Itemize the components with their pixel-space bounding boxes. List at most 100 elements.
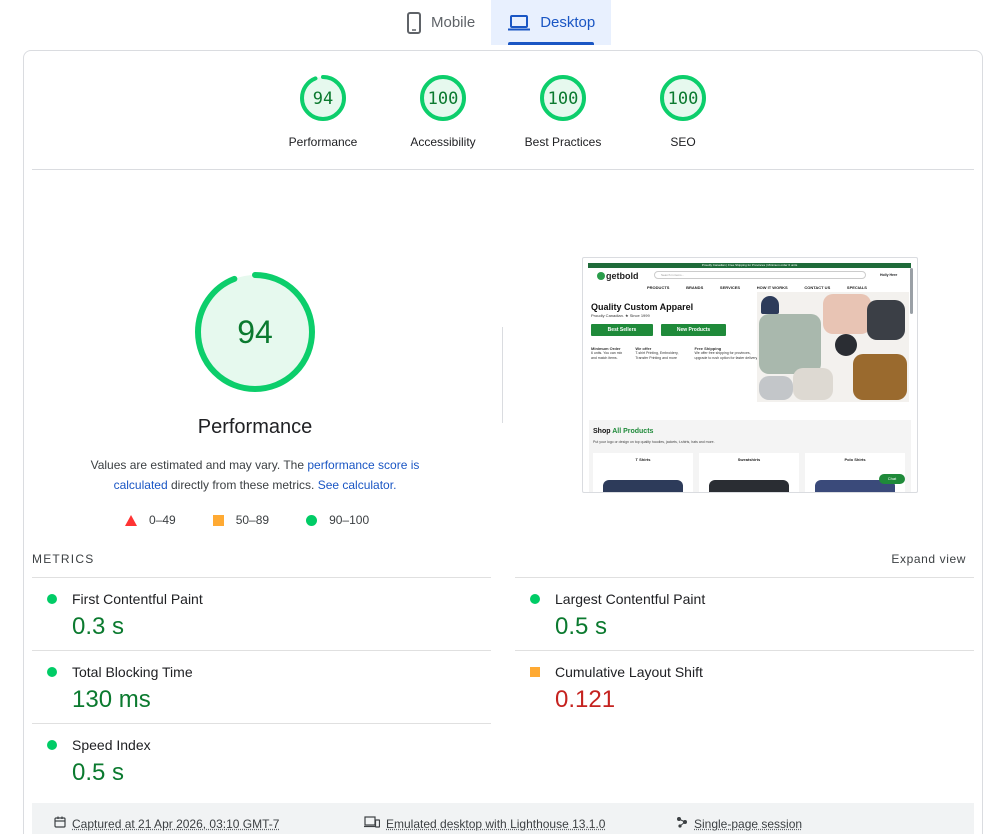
legend-fail: 0–49 xyxy=(125,513,176,527)
site-chat-button: Chat xyxy=(879,474,905,484)
site-info: Free Shipping We offer free shipping for … xyxy=(695,346,761,361)
product-image xyxy=(709,480,789,492)
pass-circle-icon xyxy=(47,667,57,677)
gauge-accessibility[interactable]: 100 Accessibility xyxy=(383,74,503,149)
shop-prefix: Shop xyxy=(593,428,613,435)
site-account: Holly Here xyxy=(880,273,898,277)
site-nav-item: SPECIALS xyxy=(846,285,867,290)
site-hero-subtitle: Proudly Canadian. ★ Since 1999 xyxy=(591,313,650,318)
site-search: Search in items... xyxy=(654,271,866,279)
site-info-body: We offer free shipping for provinces, up… xyxy=(694,351,759,360)
footer-session: Single-page session xyxy=(676,816,802,831)
gauge-score: 100 xyxy=(668,89,699,109)
performance-score: 94 xyxy=(237,314,273,350)
metric-name: Largest Contentful Paint xyxy=(555,591,706,607)
logo-text: getbold xyxy=(606,271,639,281)
footer-captured: Captured at 21 Apr 2026, 03:10 GMT-7 xyxy=(54,816,279,831)
site-product-card: Polo Shirts xyxy=(805,453,905,492)
tab-desktop[interactable]: Desktop xyxy=(491,0,612,45)
metric-lcp: Largest Contentful Paint 0.5 s xyxy=(515,577,974,650)
footer-text: Single-page session xyxy=(694,816,803,831)
cap-image xyxy=(835,334,857,356)
metric-fcp: First Contentful Paint 0.3 s xyxy=(32,577,491,650)
final-screenshot[interactable]: Proudly Canadian | Free Shipping for Pro… xyxy=(582,257,918,493)
site-header: getbold Search in items... Holly Here xyxy=(588,268,911,284)
beanie-image xyxy=(761,296,779,314)
pass-circle-icon xyxy=(47,740,57,750)
gauge-score: 100 xyxy=(428,89,459,109)
tab-mobile[interactable]: Mobile xyxy=(393,0,491,45)
metric-tbt: Total Blocking Time 130 ms xyxy=(32,650,491,723)
site-scrollbar xyxy=(910,268,913,314)
devices-icon xyxy=(364,816,381,831)
gauges-divider xyxy=(32,169,974,170)
runtime-settings-footer: Captured at 21 Apr 2026, 03:10 GMT-7 Emu… xyxy=(32,803,974,834)
site-logo: getbold xyxy=(597,271,639,281)
tab-mobile-label: Mobile xyxy=(431,14,476,31)
tshirt-image xyxy=(823,294,871,334)
metric-cls: Cumulative Layout Shift 0.121 xyxy=(515,650,974,723)
see-calculator-link[interactable]: See calculator. xyxy=(318,478,397,492)
performance-description: Values are estimated and may vary. The p… xyxy=(75,455,435,495)
metric-value: 0.121 xyxy=(555,686,616,713)
product-label: Sweatshirts xyxy=(737,457,761,462)
footer-text: Emulated desktop with Lighthouse 13.1.0 xyxy=(386,816,606,831)
gauge-label: Best Practices xyxy=(524,135,602,149)
bag-image xyxy=(793,368,833,400)
gauge-seo[interactable]: 100 SEO xyxy=(623,74,743,149)
metric-value: 130 ms xyxy=(72,686,151,713)
site-shop-title: Shop All Products xyxy=(593,428,653,435)
metric-name: Speed Index xyxy=(72,737,151,753)
footer-text: Captured at 21 Apr 2026, 03:10 GMT-7 xyxy=(72,816,280,831)
metric-name: Total Blocking Time xyxy=(72,664,193,680)
gauge-score: 94 xyxy=(313,89,333,109)
performance-title: Performance xyxy=(197,416,313,438)
site-info-body: T-shirt Printing, Embroidery, Transfer P… xyxy=(635,351,679,360)
expand-view-button[interactable]: Expand view xyxy=(891,552,966,566)
legend-range: 50–89 xyxy=(235,513,270,527)
circle-icon xyxy=(306,514,318,526)
legend-average: 50–89 xyxy=(212,513,270,527)
gauge-best-practices[interactable]: 100 Best Practices xyxy=(503,74,623,149)
footer-emulated: Emulated desktop with Lighthouse 13.1.0 xyxy=(364,816,605,831)
site-nav-item: HOW IT WORKS xyxy=(756,285,788,290)
average-square-icon xyxy=(530,667,540,677)
pass-circle-icon xyxy=(530,594,540,604)
site-hero-image xyxy=(757,292,909,402)
vertical-separator xyxy=(502,327,503,423)
desc-text: directly from these metrics. xyxy=(167,478,318,492)
legend-range: 0–49 xyxy=(149,513,176,527)
desc-text: Values are estimated and may vary. The xyxy=(90,458,308,472)
shirt-image xyxy=(867,300,905,340)
pants-image xyxy=(759,376,793,400)
score-legend: 0–49 50–89 90–100 xyxy=(125,513,406,527)
site-shop-section: Shop All Products Put your logo or desig… xyxy=(589,420,911,492)
gauge-score: 100 xyxy=(548,89,579,109)
site-product-card: T Shirts xyxy=(593,453,693,492)
site-info: Minimum Order 6 units. You can mix and ma… xyxy=(591,346,623,361)
gauge-label: Accessibility xyxy=(410,135,476,149)
shop-highlight: All Products xyxy=(612,428,654,435)
jacket-image xyxy=(853,354,907,400)
product-label: Polo Shirts xyxy=(844,457,866,462)
product-label: T Shirts xyxy=(635,457,651,462)
metric-value: 0.3 s xyxy=(72,613,125,640)
hoodie-image xyxy=(759,314,821,374)
tab-desktop-label: Desktop xyxy=(540,14,596,31)
gauge-performance[interactable]: 94 Performance xyxy=(263,74,383,149)
performance-gauge: 94 xyxy=(195,272,315,392)
gauge-label: Performance xyxy=(288,135,358,149)
square-icon xyxy=(212,514,224,526)
device-tabs: Mobile Desktop xyxy=(393,0,612,45)
site-info: We offer T-shirt Printing, Embroidery, Tr… xyxy=(635,346,682,361)
calendar-icon xyxy=(54,816,66,831)
laptop-icon xyxy=(508,14,531,31)
performance-summary: 94 Performance Values are estimated and … xyxy=(75,270,435,495)
search-placeholder: Search in items... xyxy=(661,273,685,277)
logo-icon xyxy=(597,272,605,280)
site-new-products-button: New Products xyxy=(661,324,726,336)
metric-name: First Contentful Paint xyxy=(72,591,203,607)
smartphone-icon xyxy=(407,11,421,34)
site-shop-subtitle: Put your logo or design on top quality h… xyxy=(593,440,715,444)
metrics-heading: METRICS xyxy=(32,552,95,566)
